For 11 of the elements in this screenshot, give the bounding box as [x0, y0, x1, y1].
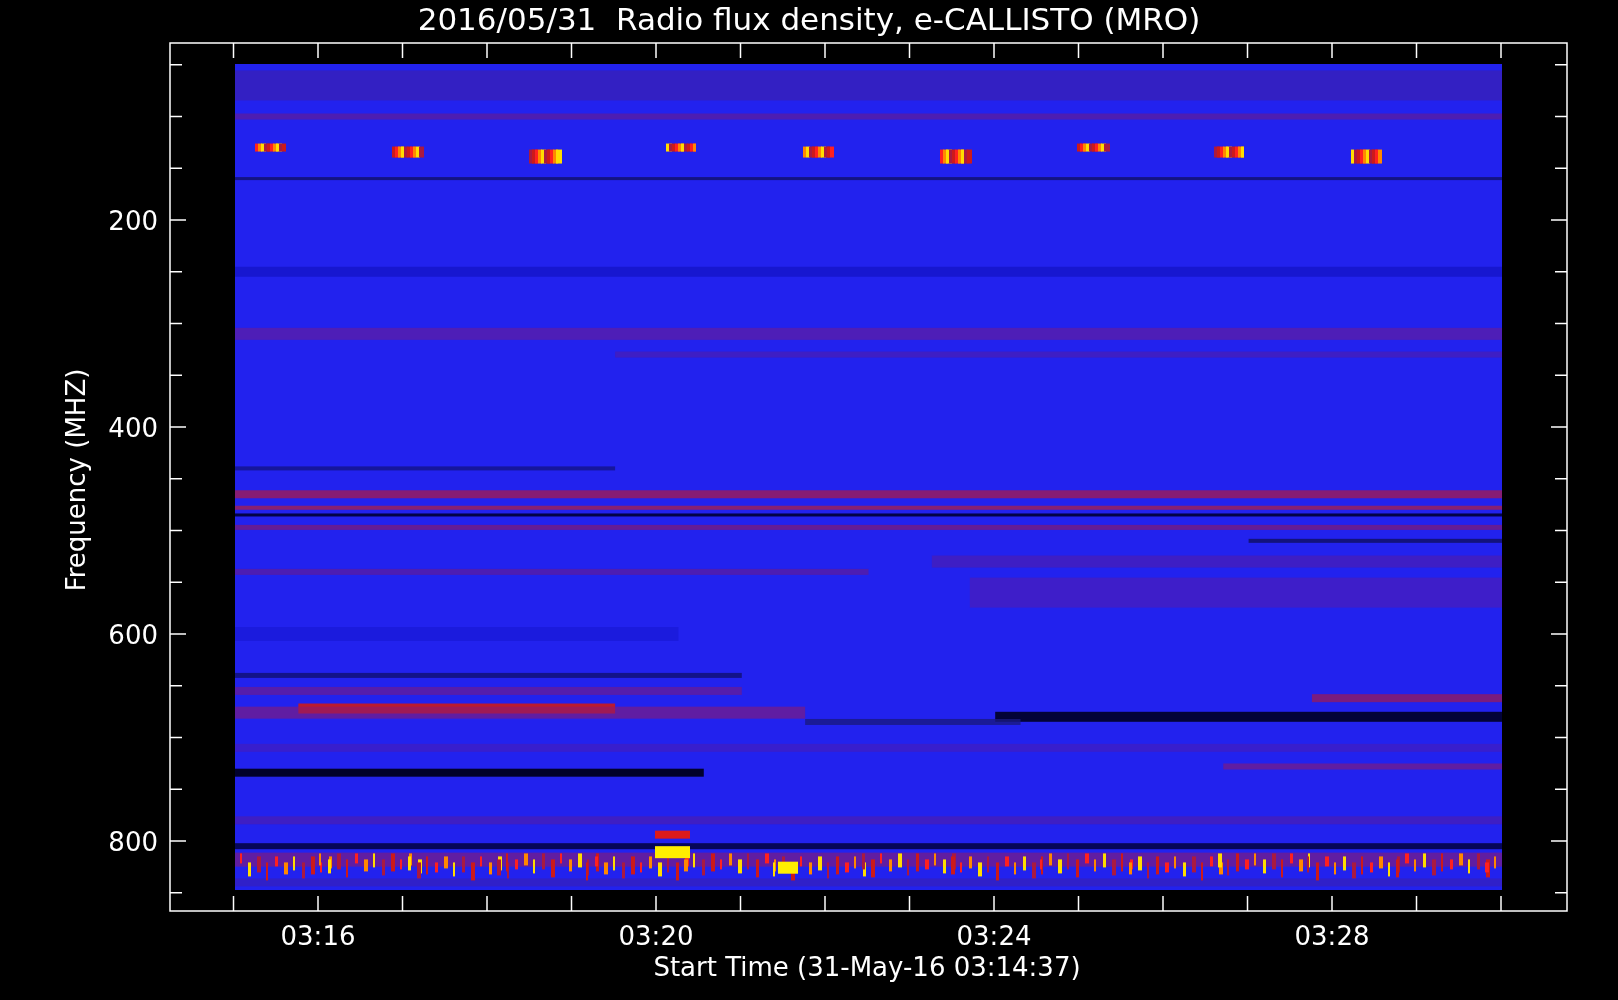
- chart-title: 2016/05/31 Radio flux density, e-CALLISTO (MRO): [417, 1, 1201, 37]
- x-tick-label: 03:24: [956, 921, 1032, 951]
- x-tick-label: 03:16: [280, 921, 356, 951]
- x-tick-label: 03:20: [618, 921, 694, 951]
- y-tick-label: 200: [108, 206, 158, 236]
- y-tick-label: 600: [108, 620, 158, 650]
- y-tick-label: 400: [108, 413, 158, 443]
- x-tick-label: 03:28: [1294, 921, 1370, 951]
- y-axis-label: Frequency (MHZ): [61, 368, 91, 592]
- y-tick-label: 800: [108, 827, 158, 857]
- x-axis-label: Start Time (31-May-16 03:14:37): [653, 952, 1081, 982]
